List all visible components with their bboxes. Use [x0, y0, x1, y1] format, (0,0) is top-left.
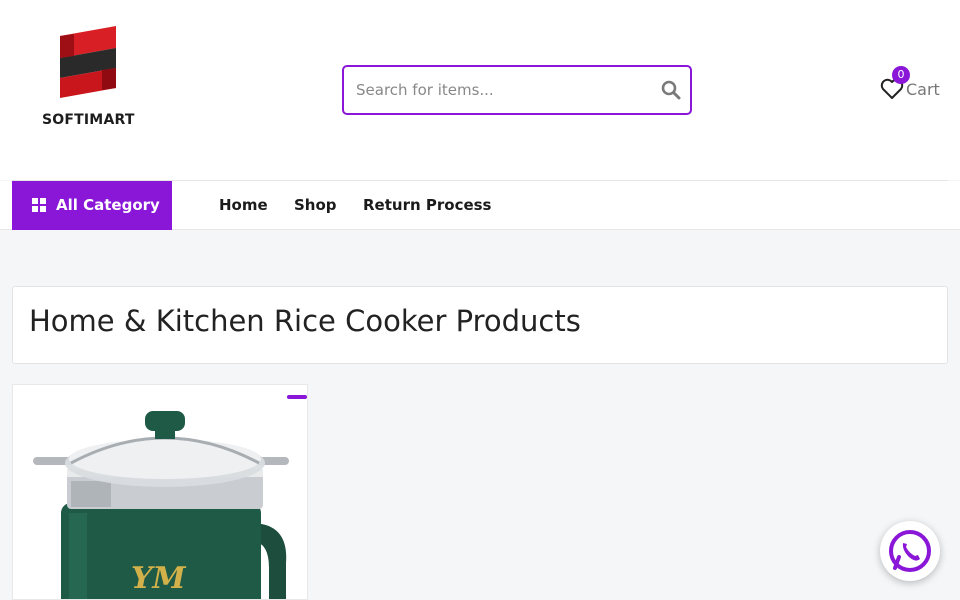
main-nav: All Category Home Shop Return Process [0, 181, 960, 230]
nav-home[interactable]: Home [219, 196, 268, 214]
nav-return-process[interactable]: Return Process [363, 196, 492, 214]
product-image[interactable]: YM [31, 403, 291, 600]
brand-name: SOFTIMART [42, 112, 135, 128]
grid-icon [32, 198, 47, 213]
site-logo[interactable]: SOFTIMART [42, 26, 134, 132]
svg-text:YM: YM [131, 561, 186, 596]
search-box [342, 65, 692, 115]
page-title: Home & Kitchen Rice Cooker Products [29, 304, 581, 338]
search-input[interactable] [356, 77, 656, 103]
all-category-label: All Category [56, 196, 160, 214]
site-header: SOFTIMART 0 Cart [0, 0, 960, 180]
page-title-card: Home & Kitchen Rice Cooker Products [12, 286, 948, 364]
whatsapp-icon [889, 530, 931, 572]
nav-shop[interactable]: Shop [294, 196, 337, 214]
whatsapp-button[interactable] [880, 521, 940, 581]
logo-icon [60, 26, 116, 98]
cart-label: Cart [906, 80, 940, 99]
cart-link[interactable]: 0 Cart [880, 66, 944, 106]
product-accent-bar [287, 395, 307, 399]
search-icon[interactable] [661, 80, 681, 100]
all-category-button[interactable]: All Category [12, 181, 172, 230]
product-card[interactable]: YM [12, 384, 308, 600]
